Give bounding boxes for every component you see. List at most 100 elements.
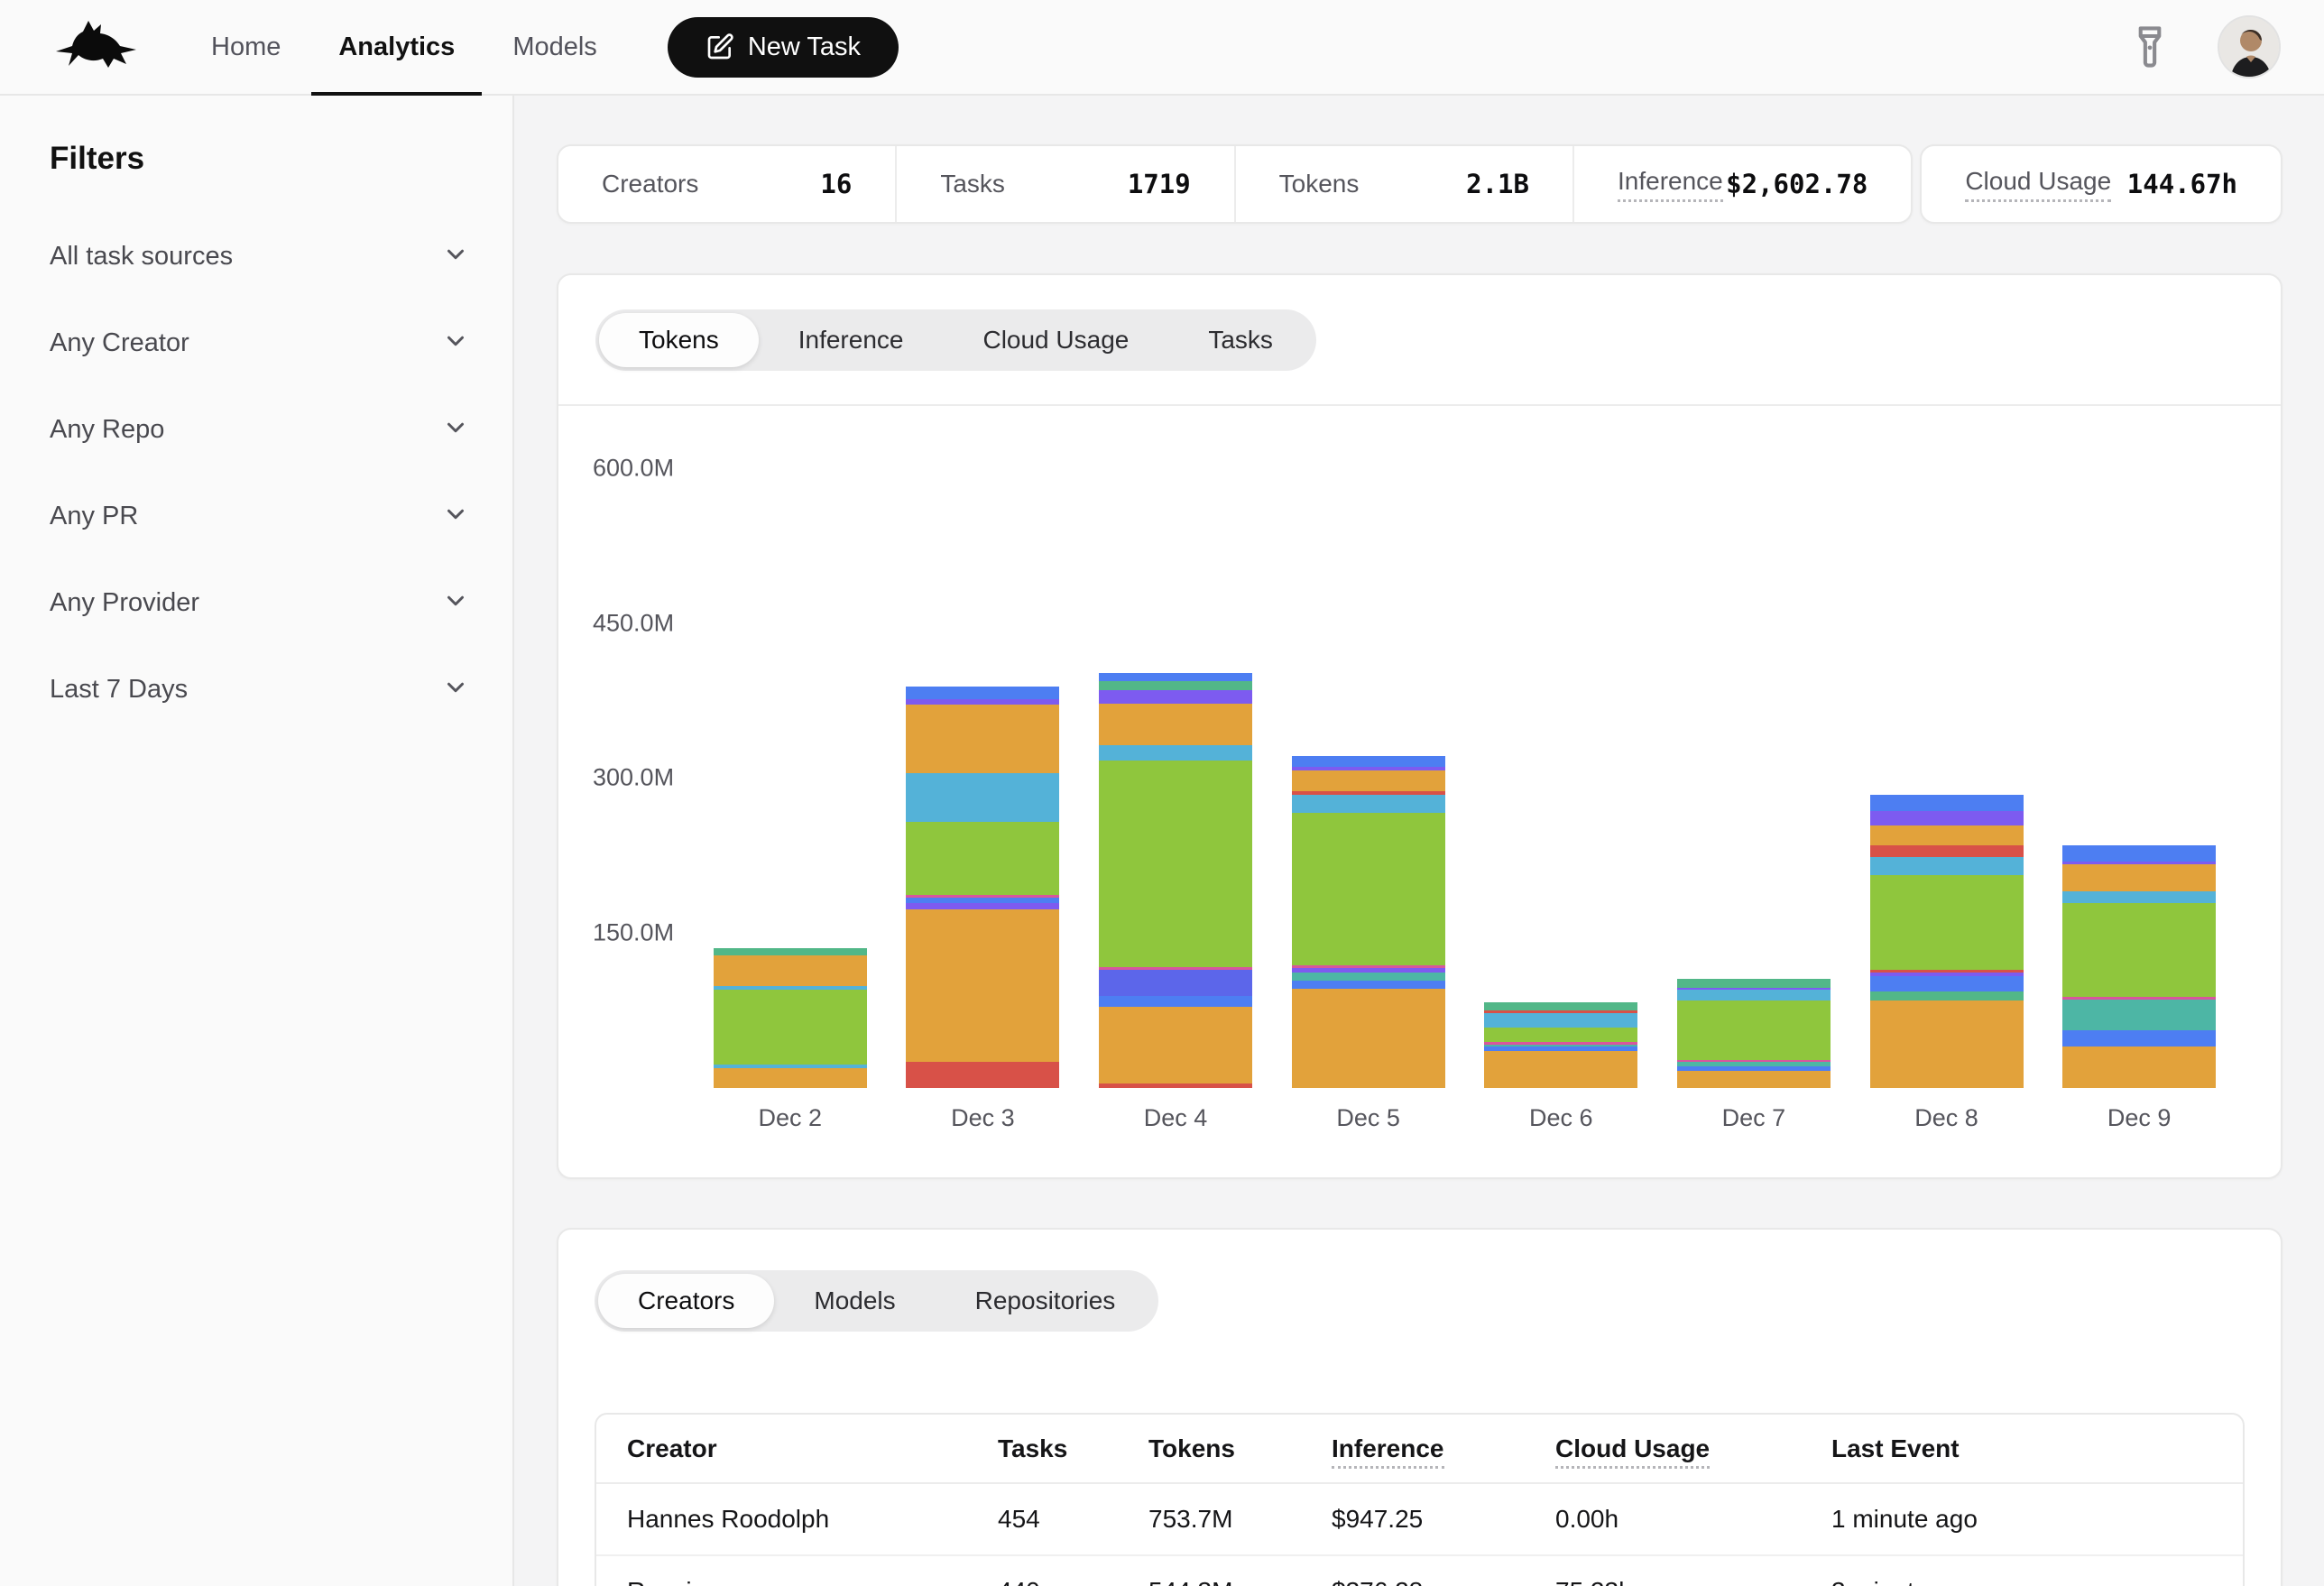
bar-segment-blue [1292,981,1445,989]
filter-dropdown-any-creator[interactable]: Any Creator [50,300,469,386]
column-header-label: Cloud Usage [1555,1434,1710,1469]
nav-item-home[interactable]: Home [182,0,309,94]
bar-segment-blue [1870,795,2024,811]
bar-segment-green [1292,813,1445,964]
chart-x-axis: Dec 2Dec 3Dec 4Dec 5Dec 6Dec 7Dec 8Dec 9 [694,1104,2236,1132]
stacked-bar-dec-2[interactable] [714,948,867,1088]
cell-inference: $947.25 [1301,1505,1525,1534]
chart-tab-tasks[interactable]: Tasks [1168,313,1313,367]
bar-segment-skyblue [2062,891,2216,903]
stacked-bar-dec-4[interactable] [1099,673,1252,1088]
bar-segment-orange [1292,989,1445,1088]
bar-segment-orange [714,955,867,986]
stat-label[interactable]: Inference [1618,167,1723,202]
x-axis-label-dec-5: Dec 5 [1272,1104,1465,1132]
column-header-label: Creator [627,1434,717,1462]
table-row-2[interactable]: Rooviewer440544.3M$376.2875.23h3 minutes… [596,1556,2243,1586]
stat-label: Creators [602,170,698,198]
chevron-down-icon [442,587,469,619]
stacked-bar-dec-9[interactable] [2062,845,2216,1088]
bar-segment-green [1484,1028,1637,1042]
cell-tasks: 454 [967,1505,1118,1534]
bar-segment-violet [1870,811,2024,825]
x-axis-label-dec-6: Dec 6 [1465,1104,1658,1132]
chart-tab-bar: TokensInferenceCloud UsageTasks [558,275,2281,406]
table-tab-bar: CreatorsModelsRepositories [595,1270,1158,1332]
nav-item-models[interactable]: Models [484,0,626,94]
chart-bars [694,406,2236,1088]
chart-tab-inference[interactable]: Inference [759,313,944,367]
bar-segment-skyblue [1484,1013,1637,1028]
table-tab-creators[interactable]: Creators [598,1274,774,1328]
compose-icon [706,32,734,61]
column-header-last-event: Last Event [1801,1434,2243,1463]
new-task-button[interactable]: New Task [668,17,899,78]
stacked-bar-dec-3[interactable] [906,687,1059,1088]
stacked-bar-dec-5[interactable] [1292,756,1445,1088]
filter-dropdown-any-pr[interactable]: Any PR [50,473,469,559]
x-axis-label-dec-7: Dec 7 [1657,1104,1850,1132]
filter-dropdown-any-provider[interactable]: Any Provider [50,559,469,646]
stacked-bar-dec-8[interactable] [1870,795,2024,1088]
filter-label: Any Creator [50,328,189,358]
bar-segment-blue [2062,1030,2216,1047]
chevron-down-icon [442,241,469,272]
table-row-1[interactable]: Hannes Roodolph454753.7M$947.250.00h1 mi… [596,1484,2243,1556]
stat-label[interactable]: Cloud Usage [1965,167,2111,202]
filter-dropdown-any-repo[interactable]: Any Repo [50,386,469,473]
analytics-main: Creators16Tasks1719Tokens2.1BInference$2… [514,96,2324,1586]
column-header-label: Tokens [1148,1434,1235,1462]
stat-value: 144.67h [2127,169,2237,199]
cell-inference: $376.28 [1301,1577,1525,1586]
x-axis-label-dec-3: Dec 3 [887,1104,1080,1132]
bar-segment-orange [1870,825,2024,845]
column-header-inference[interactable]: Inference [1301,1434,1525,1463]
filter-label: All task sources [50,242,233,272]
bar-column-dec-3 [887,406,1080,1088]
bar-column-dec-5 [1272,406,1465,1088]
bar-segment-green [906,822,1059,895]
bar-segment-red [1099,1083,1252,1088]
x-axis-label-dec-9: Dec 9 [2043,1104,2236,1132]
main-nav: HomeAnalyticsModels [182,0,626,94]
stacked-bar-dec-6[interactable] [1484,1002,1637,1088]
stats-summary-row: Creators16Tasks1719Tokens2.1BInference$2… [557,144,2282,224]
chart-tab-cloud-usage[interactable]: Cloud Usage [943,313,1168,367]
filter-label: Any Provider [50,588,199,618]
bar-segment-orange [1484,1051,1637,1088]
column-header-cloud-usage[interactable]: Cloud Usage [1525,1434,1801,1463]
bar-segment-red [1870,845,2024,857]
bar-segment-orange [906,705,1059,773]
bar-segment-skyblue [906,773,1059,822]
bar-segment-green [714,990,867,1064]
bar-segment-indigo [1099,970,1252,996]
bar-segment-orange [906,909,1059,1063]
column-header-label: Tasks [998,1434,1067,1462]
nav-item-analytics[interactable]: Analytics [309,0,484,94]
cell-creator: Rooviewer [596,1577,967,1586]
stat-label: Tokens [1279,170,1360,198]
column-header-creator: Creator [596,1434,967,1463]
flashlight-icon[interactable] [2131,25,2169,69]
chart-tab-tokens[interactable]: Tokens [599,313,759,367]
table-tab-repositories[interactable]: Repositories [936,1274,1156,1328]
stat-cloud-usage: Cloud Usage 144.67h [1922,146,2281,222]
bar-segment-orange [1870,1000,2024,1088]
table-tab-models[interactable]: Models [774,1274,935,1328]
filter-dropdown-all-task-sources[interactable]: All task sources [50,213,469,300]
user-avatar[interactable] [2218,15,2281,78]
bar-segment-seagreen [1099,681,1252,690]
y-axis-tick-450.0M: 450.0M [593,609,674,637]
cell-last-event: 1 minute ago [1801,1505,2243,1534]
cell-last-event: 3 minutes ago [1801,1577,2243,1586]
bar-segment-seagreen [1484,1002,1637,1010]
bar-segment-blue [906,687,1059,700]
creators-table: CreatorTasksTokensInferenceCloud UsageLa… [595,1413,2245,1586]
bar-segment-orange [1292,770,1445,791]
bar-column-dec-2 [694,406,887,1088]
kangaroo-logo[interactable] [54,18,137,76]
filter-label: Last 7 Days [50,675,188,705]
filter-dropdown-last-7-days[interactable]: Last 7 Days [50,646,469,733]
bar-segment-blue [1870,976,2024,992]
stacked-bar-dec-7[interactable] [1677,979,1831,1088]
